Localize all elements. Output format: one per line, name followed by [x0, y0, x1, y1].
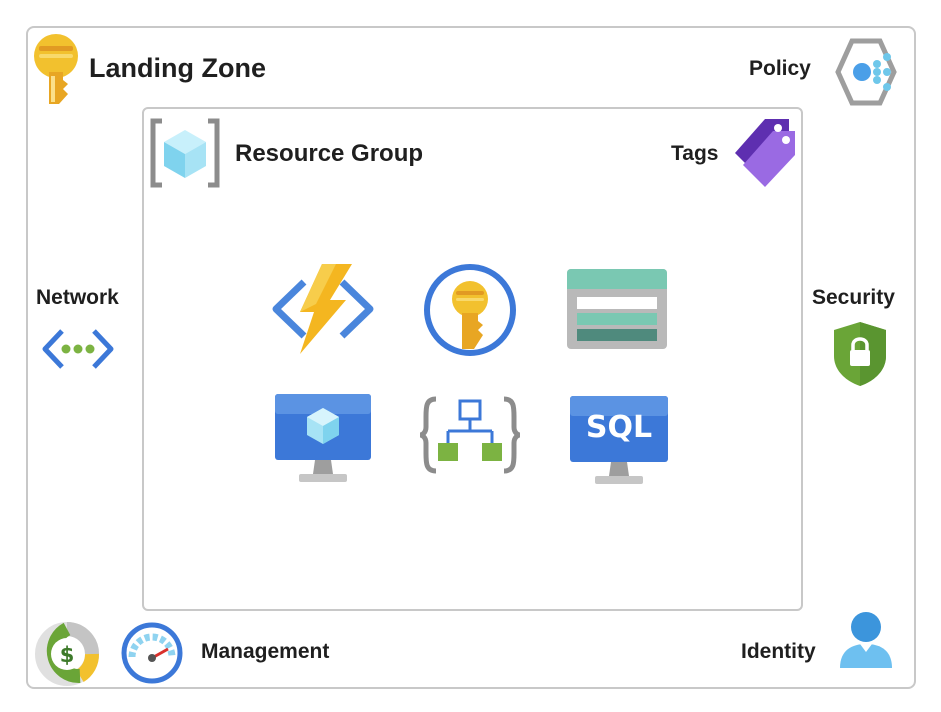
- identity-user-icon: [838, 610, 894, 670]
- sql-text: SQL: [585, 410, 653, 445]
- resource-group-frame: [142, 107, 803, 611]
- identity-label: Identity: [741, 640, 816, 663]
- tags-icon: [733, 117, 799, 189]
- resource-template-icon: [418, 395, 522, 475]
- svg-text:$: $: [60, 643, 75, 667]
- tags-label: Tags: [671, 142, 719, 165]
- network-icon: [42, 328, 114, 370]
- landing-zone-title: Landing Zone: [89, 53, 266, 83]
- landing-zone-key-icon: [32, 32, 80, 108]
- security-shield-icon: [832, 320, 888, 388]
- network-label: Network: [36, 286, 119, 309]
- function-app-icon: [270, 262, 376, 356]
- policy-label: Policy: [749, 57, 811, 80]
- storage-account-icon: [567, 269, 667, 349]
- virtual-machine-icon: [275, 394, 371, 482]
- resource-group-title: Resource Group: [235, 140, 424, 167]
- policy-icon: [832, 38, 900, 106]
- resource-group-icon: [148, 118, 222, 188]
- key-vault-icon: [422, 263, 518, 357]
- cost-management-icon: $: [34, 621, 100, 687]
- security-label: Security: [812, 286, 895, 309]
- management-label: Management: [201, 640, 330, 663]
- monitor-gauge-icon: [120, 621, 184, 685]
